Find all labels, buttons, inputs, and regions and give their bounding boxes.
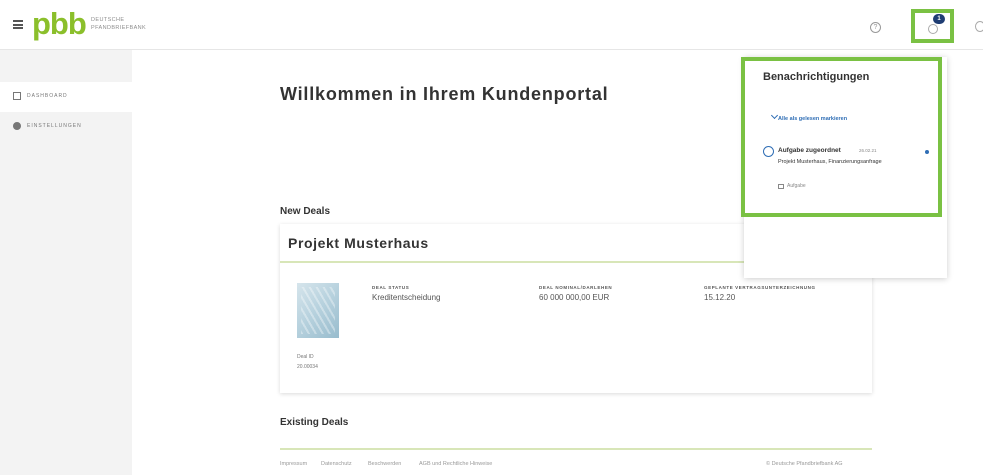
copyright: © Deutsche Pfandbriefbank AG (766, 461, 843, 467)
unread-dot-icon (925, 150, 929, 154)
pbb-logo[interactable]: pbb (32, 6, 87, 42)
notification-item-description: Projekt Musterhaus, Finanzierungsanfrage (778, 159, 882, 165)
deal-id-value: 20.00034 (297, 364, 318, 370)
page-title: Willkommen in Ihrem Kundenportal (280, 84, 609, 104)
sidebar: DASHBOARD EINSTELLUNGEN (0, 50, 132, 475)
user-icon[interactable] (975, 21, 983, 32)
notification-panel-title: Benachrichtigungen (763, 71, 870, 83)
notification-panel: Benachrichtigungen Alle als gelesen mark… (741, 57, 942, 217)
deal-id-label: Deal ID (297, 354, 314, 360)
existing-deals-heading: Existing Deals (280, 417, 349, 428)
notification-count-badge: 1 (933, 14, 945, 24)
sidebar-item-dashboard[interactable]: DASHBOARD (0, 82, 132, 112)
help-icon[interactable]: ? (870, 22, 881, 33)
gear-icon (13, 122, 21, 130)
dashboard-icon (13, 92, 21, 100)
sidebar-item-label: EINSTELLUNGEN (27, 123, 82, 129)
deal-status-label: DEAL STATUS (372, 285, 410, 290)
sidebar-top (0, 50, 132, 82)
deal-signing-value: 15.12.20 (704, 293, 736, 302)
bell-icon (928, 24, 938, 34)
deal-status-value: Kreditentscheidung (372, 293, 441, 302)
menu-icon[interactable] (13, 20, 23, 29)
deal-building-image (297, 283, 339, 338)
checkmark-icon (770, 111, 779, 120)
top-header: pbb DEUTSCHE PFANDBRIEFBANK ? 1 (0, 0, 983, 50)
deal-signing-label: GEPLANTE VERTRAGSUNTERZEICHNUNG (704, 285, 816, 290)
notification-item-tag: Aufgabe (787, 183, 806, 189)
mark-all-read-link[interactable]: Alle als gelesen markieren (778, 116, 847, 122)
notification-item-title[interactable]: Aufgabe zugeordnet (778, 147, 841, 154)
footer-link-impressum[interactable]: Impressum (280, 461, 307, 467)
deal-title: Projekt Musterhaus (288, 235, 429, 251)
deal-loan-value: 60 000 000,00 EUR (539, 293, 610, 302)
footer-link-agb[interactable]: AGB und Rechtliche Hinweise (419, 461, 492, 467)
logo-subtitle: DEUTSCHE PFANDBRIEFBANK (91, 17, 147, 31)
deal-loan-label: DEAL NOMINAL/DARLEHEN (539, 285, 613, 290)
sidebar-item-einstellungen[interactable]: EINSTELLUNGEN (0, 112, 132, 142)
notification-item-time: 26.02.21 (859, 148, 877, 153)
footer-link-beschwerden[interactable]: Beschwerden (368, 461, 401, 467)
task-status-icon (763, 146, 774, 157)
footer-link-datenschutz[interactable]: Datenschutz (321, 461, 352, 467)
new-deals-heading: New Deals (280, 206, 331, 217)
sidebar-item-label: DASHBOARD (27, 93, 68, 99)
notifications-button[interactable]: 1 (911, 9, 954, 43)
comment-icon (778, 184, 784, 189)
divider (280, 448, 872, 450)
